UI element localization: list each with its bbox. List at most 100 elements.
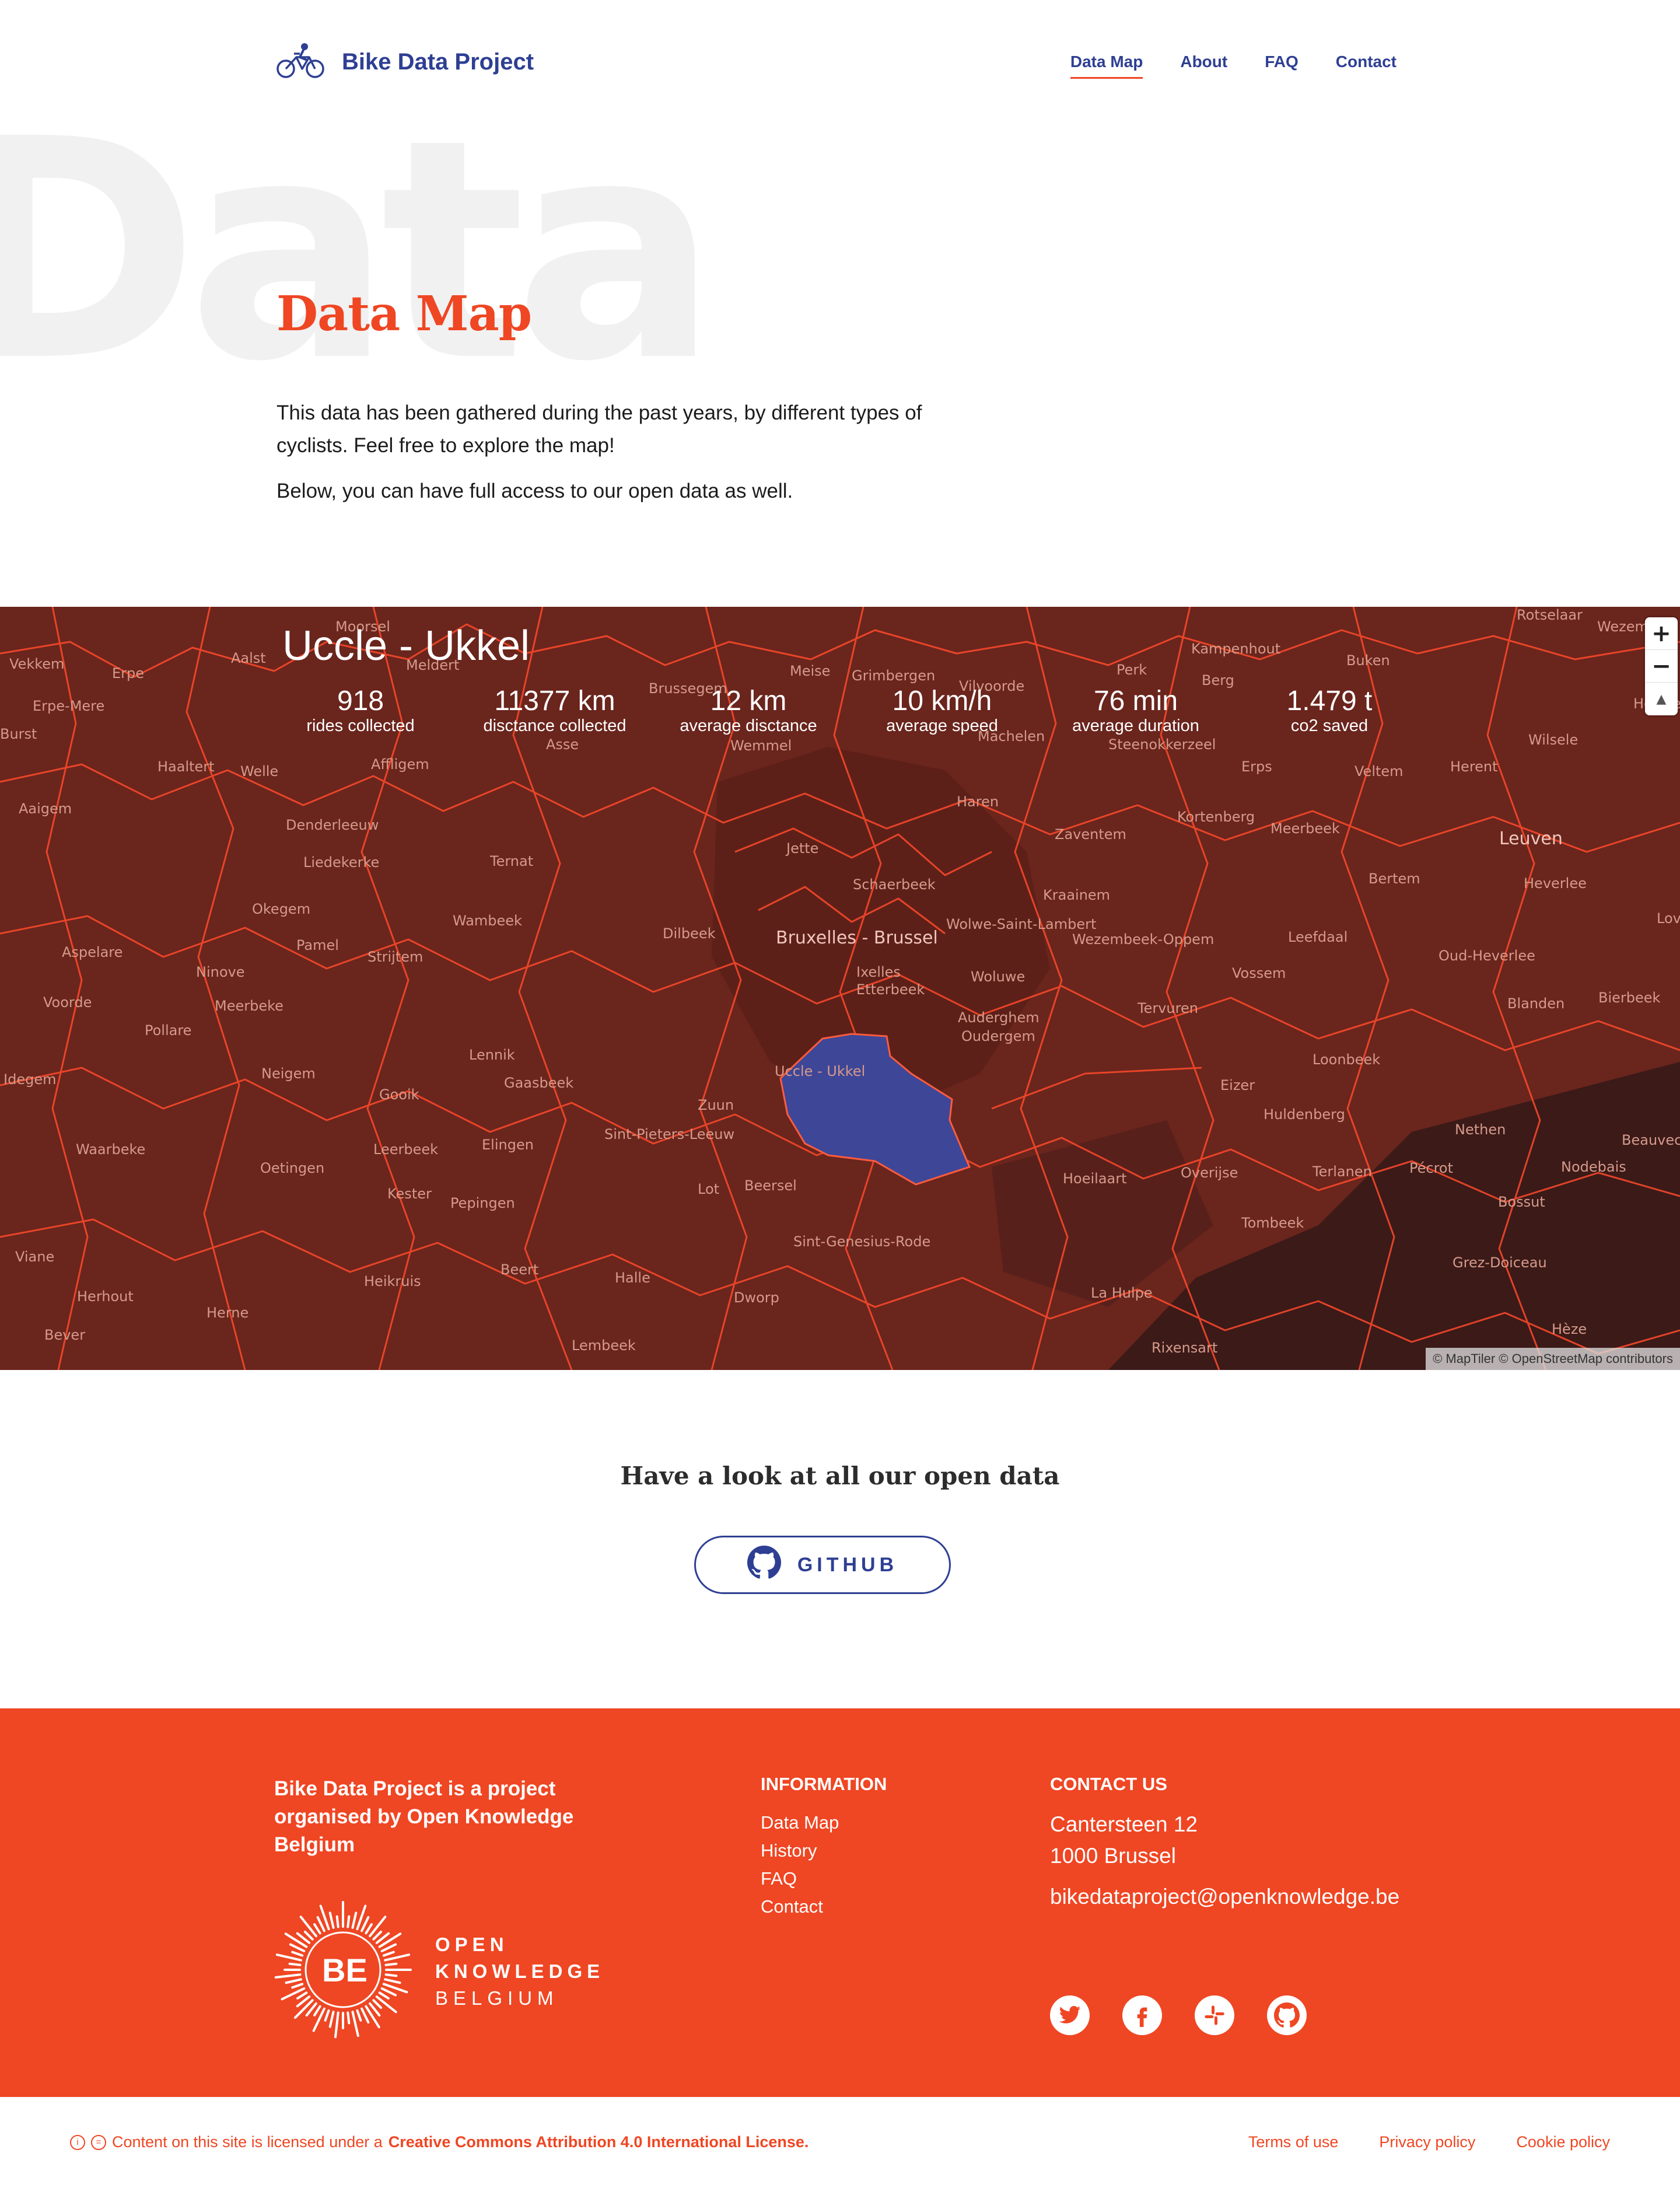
footer-about: Bike Data Project is a project organised… [274, 1777, 574, 1856]
license-link[interactable]: Creative Commons Attribution 4.0 Interna… [388, 2133, 809, 2151]
place-label: Burst [0, 726, 37, 742]
contact-email-link[interactable]: bikedataproject@openknowledge.be [1050, 1885, 1399, 1909]
twitter-icon[interactable] [1050, 1995, 1090, 2035]
github-button-label: GITHUB [797, 1553, 898, 1576]
legal-links: Terms of use Privacy policy Cookie polic… [1248, 2133, 1610, 2151]
stat-average-speed: 10 km/h average speed [846, 686, 1038, 736]
social-links [1050, 1995, 1307, 2035]
place-label: Buken [1346, 652, 1390, 669]
logo-wordmark: OPEN KNOWLEDGE BELGIUM [435, 1931, 604, 2012]
place-label: Aspelare [62, 944, 123, 960]
footer-link-history[interactable]: History [761, 1837, 839, 1865]
place-label: Wolwe-Saint-Lambert [946, 916, 1097, 932]
place-label: Sint-Genesius-Rode [793, 1233, 931, 1250]
github-button[interactable]: GITHUB [694, 1536, 951, 1594]
place-label: Lovenjoel [1657, 910, 1680, 927]
place-label: Kester [387, 1186, 432, 1202]
place-label: Gooik [379, 1086, 419, 1103]
place-label: Voorde [43, 994, 92, 1011]
stat-value: 10 km/h [892, 686, 992, 716]
place-label: Sint-Pieters-Leeuw [604, 1126, 735, 1142]
privacy-policy-link[interactable]: Privacy policy [1379, 2133, 1475, 2151]
place-label: Bruxelles - Brussel [776, 928, 938, 948]
place-label: Elingen [482, 1137, 534, 1153]
main-nav: Data Map About FAQ Contact [1070, 53, 1396, 79]
cc-by-icon: i [70, 2134, 85, 2150]
footer-link-contact[interactable]: Contact [761, 1893, 839, 1921]
cookie-policy-link[interactable]: Cookie policy [1516, 2133, 1610, 2151]
license-prefix: Content on this site is licensed under a [112, 2133, 383, 2151]
place-label: Wilsele [1528, 732, 1578, 748]
place-label: Gaasbeek [504, 1075, 574, 1091]
logo-badge-text: BE [322, 1952, 368, 1988]
stat-label: rides collected [306, 716, 415, 735]
place-label: Loonbeek [1312, 1051, 1381, 1068]
nav-about[interactable]: About [1180, 53, 1227, 79]
place-label: Eizer [1220, 1077, 1255, 1093]
github-icon [747, 1545, 781, 1585]
place-label: Grimbergen [852, 667, 936, 684]
address-line: 1000 Brussel [1050, 1844, 1176, 1868]
place-label: Oud-Heverlee [1438, 948, 1535, 964]
address-line: Cantersteen 12 [1050, 1812, 1198, 1836]
place-label: Lennik [469, 1047, 515, 1063]
stat-value: 918 [337, 686, 384, 716]
reset-north-button[interactable]: ▲ [1645, 683, 1678, 715]
place-label: Bertem [1368, 871, 1420, 887]
nav-faq[interactable]: FAQ [1265, 53, 1298, 79]
stat-co2-saved: 1.479 t co2 saved [1233, 686, 1426, 736]
place-label: Perk [1116, 662, 1147, 678]
contact-heading: CONTACT US [1050, 1774, 1167, 1794]
slack-icon[interactable] [1195, 1995, 1234, 2035]
place-label: Haren [957, 794, 999, 810]
place-label: Bierbeek [1598, 990, 1661, 1006]
place-label: Idegem [4, 1071, 57, 1088]
contact-address: Cantersteen 12 1000 Brussel [1050, 1809, 1198, 1872]
place-label: Aalst [231, 650, 266, 666]
place-label: Veltem [1354, 763, 1404, 780]
place-label: Auderghem [958, 1009, 1040, 1026]
place-label: Terlanen [1312, 1163, 1372, 1180]
place-label: Etterbeek [856, 981, 925, 998]
footer-link-faq[interactable]: FAQ [761, 1865, 839, 1893]
place-label: Tombeek [1241, 1215, 1304, 1231]
background-ghost-word: Data [0, 74, 719, 428]
stat-distance: 11377 km disctance collected [459, 686, 651, 736]
zoom-in-button[interactable]: + [1645, 617, 1678, 650]
place-label: Herent [1450, 759, 1498, 775]
place-label: Nethen [1455, 1121, 1506, 1138]
place-label: Pécrot [1409, 1160, 1454, 1176]
footer-link-data-map[interactable]: Data Map [761, 1809, 839, 1837]
open-data-title: Have a look at all our open data [620, 1462, 1060, 1490]
place-label: Ixelles [856, 964, 901, 980]
place-label: Beersel [744, 1177, 797, 1194]
place-label: Waarbeke [76, 1141, 146, 1158]
place-label: Erpe-Mere [33, 698, 105, 714]
place-label: Lembeek [572, 1337, 636, 1354]
place-label: Kampenhout [1191, 641, 1281, 657]
footer: Bike Data Project is a project organised… [0, 1708, 1680, 2097]
nav-contact[interactable]: Contact [1336, 53, 1396, 79]
place-label: Rotselaar [1517, 607, 1583, 623]
place-label: Ternat [490, 853, 534, 869]
bottom-bar: i = Content on this site is licensed und… [0, 2097, 1680, 2188]
place-label: Herhout [77, 1288, 134, 1305]
zoom-out-button[interactable]: − [1645, 650, 1678, 683]
github-icon[interactable] [1267, 1995, 1307, 2035]
place-label: Dilbeek [663, 925, 716, 942]
terms-of-use-link[interactable]: Terms of use [1248, 2133, 1339, 2151]
stat-value: 11377 km [494, 686, 615, 716]
cc-nd-icon: = [91, 2134, 106, 2150]
place-label: Schaerbeek [853, 876, 936, 893]
place-label: Erpe [112, 665, 145, 681]
place-label: Neigem [261, 1065, 316, 1082]
map-attribution[interactable]: © MapTiler © OpenStreetMap contributors [1426, 1348, 1680, 1370]
place-label: Wezembeek-Oppem [1072, 931, 1214, 948]
facebook-icon[interactable] [1122, 1995, 1162, 2035]
place-label: Oudergem [961, 1028, 1035, 1044]
stat-label: average speed [886, 716, 998, 735]
place-label: Meerbeek [1270, 820, 1340, 837]
nav-data-map[interactable]: Data Map [1070, 53, 1143, 79]
place-label: Meerbeke [215, 998, 284, 1014]
place-label: Uccle - Ukkel [775, 1063, 866, 1079]
